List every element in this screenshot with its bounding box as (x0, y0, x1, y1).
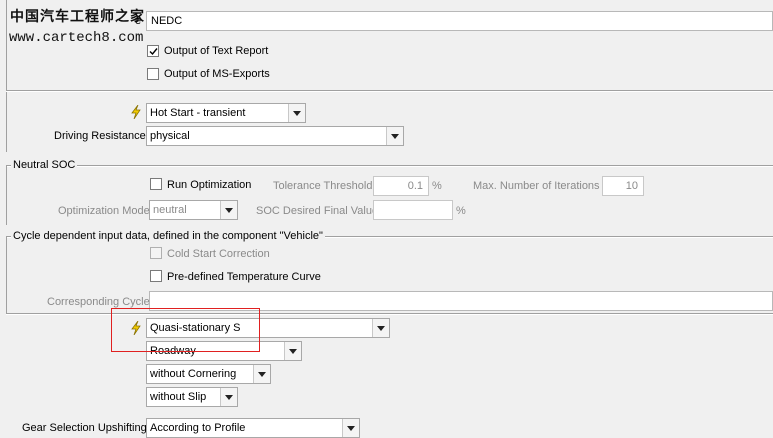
soc-final-value-label: SOC Desired Final Value (256, 205, 379, 217)
cold-start-checkbox[interactable] (150, 247, 162, 259)
soc-final-unit: % (456, 205, 466, 217)
output-ms-exports-checkbox[interactable] (147, 68, 159, 80)
checkmark-icon (149, 48, 158, 56)
gear-selection-dropdown[interactable]: According to Profile (146, 418, 360, 438)
gear-selection-value: According to Profile (150, 422, 246, 434)
highlight-annotation-box (111, 308, 260, 352)
slip-dropdown[interactable]: without Slip (146, 387, 238, 407)
lightning-bolt-icon[interactable] (130, 105, 142, 119)
predefined-temperature-label: Pre-defined Temperature Curve (167, 271, 321, 283)
chevron-down-icon (220, 388, 237, 406)
output-ms-exports-label: Output of MS-Exports (164, 68, 270, 80)
left-border-top (6, 0, 7, 90)
cycle-frame-left (6, 236, 7, 314)
neutral-soc-frame-top (6, 165, 773, 167)
optimization-mode-value: neutral (153, 204, 187, 216)
output-text-report-checkbox[interactable] (147, 45, 159, 57)
slip-value: without Slip (150, 391, 207, 403)
chevron-down-icon (342, 419, 359, 437)
driving-resistance-dropdown[interactable]: physical (146, 126, 404, 146)
optimization-mode-dropdown[interactable]: neutral (149, 200, 238, 220)
max-iterations-input[interactable]: 10 (602, 176, 644, 196)
name-input[interactable]: NEDC (146, 11, 773, 31)
driving-resistance-label: Driving Resistance (54, 130, 146, 142)
tolerance-unit: % (432, 180, 442, 192)
separator-1 (6, 90, 773, 92)
output-text-report-label: Output of Text Report (164, 45, 269, 57)
optimization-mode-label: Optimization Mode (58, 205, 150, 217)
cornering-dropdown[interactable]: without Cornering (146, 364, 271, 384)
max-iterations-label: Max. Number of Iterations (473, 180, 600, 192)
watermark-url: www.cartech8.com (9, 30, 144, 46)
cycle-dependent-legend: Cycle dependent input data, defined in t… (11, 230, 325, 242)
predefined-temperature-checkbox[interactable] (150, 270, 162, 282)
soc-final-value-input[interactable] (373, 200, 453, 220)
chevron-down-icon (284, 342, 301, 360)
watermark-title: 中国汽车工程师之家 (10, 9, 145, 25)
start-mode-dropdown[interactable]: Hot Start - transient (146, 103, 306, 123)
chevron-down-icon (288, 104, 305, 122)
left-border-mid (6, 92, 7, 152)
corresponding-cycle-label: Corresponding Cycle (47, 296, 150, 308)
name-label-suffix: e (135, 15, 142, 27)
tolerance-threshold-input[interactable]: 0.1 (373, 176, 429, 196)
start-mode-value: Hot Start - transient (150, 107, 246, 119)
chevron-down-icon (372, 319, 389, 337)
chevron-down-icon (220, 201, 237, 219)
chevron-down-icon (386, 127, 403, 145)
run-optimization-label: Run Optimization (167, 179, 252, 191)
tolerance-threshold-label: Tolerance Threshold (273, 180, 373, 192)
run-optimization-checkbox[interactable] (150, 178, 162, 190)
cold-start-label: Cold Start Correction (167, 248, 270, 260)
neutral-soc-frame-left (6, 165, 7, 225)
neutral-soc-legend: Neutral SOC (11, 159, 78, 171)
chevron-down-icon (253, 365, 270, 383)
gear-selection-label: Gear Selection Upshifting (22, 422, 147, 434)
driving-resistance-value: physical (150, 130, 190, 142)
cornering-value: without Cornering (150, 368, 237, 380)
